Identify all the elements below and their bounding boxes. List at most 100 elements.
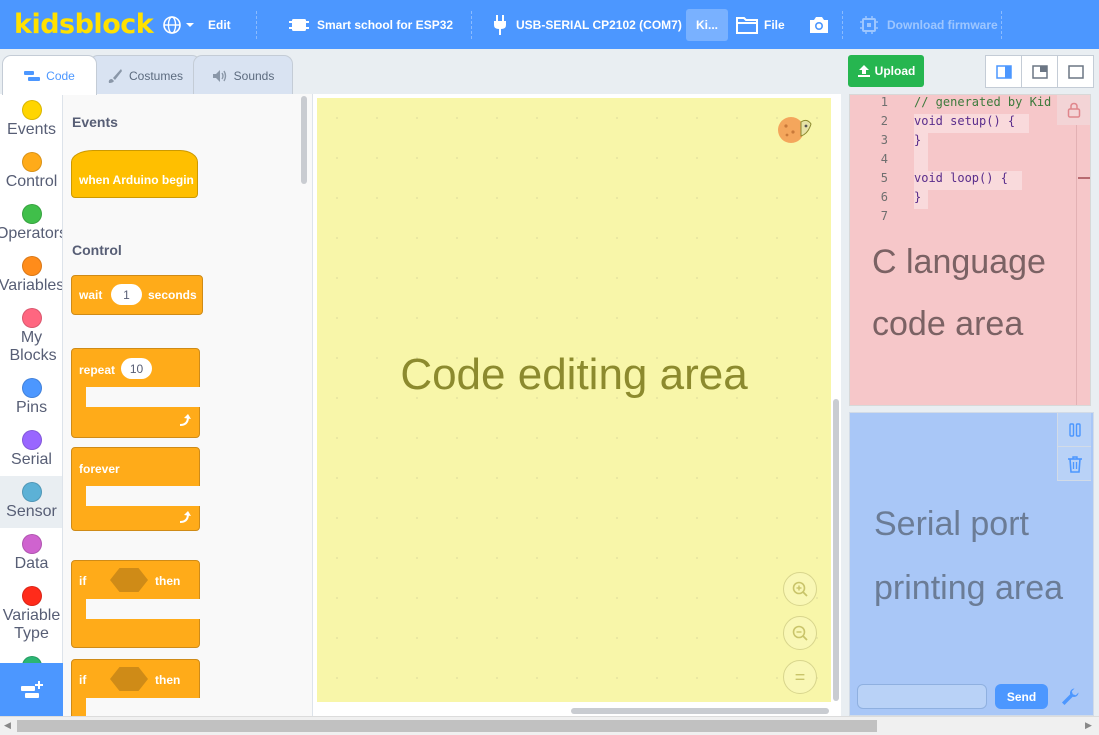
menu-divider: [1001, 10, 1003, 39]
layout-code-panel-button[interactable]: [985, 55, 1022, 88]
if-condition-slot[interactable]: [110, 568, 148, 592]
category-variables[interactable]: Variables: [0, 256, 62, 295]
download-firmware-label: Download firmware: [887, 17, 998, 32]
serial-tools: [1057, 413, 1091, 481]
code-line: 2 void setup() {: [850, 114, 1090, 133]
code-text: }: [914, 190, 922, 204]
if-condition-slot[interactable]: [110, 667, 148, 691]
kid-menu-label: Ki...: [696, 17, 719, 32]
wrench-icon: [1061, 688, 1078, 705]
category-pins-label: Pins: [15, 399, 48, 416]
brush-icon: [108, 68, 122, 83]
loop-arrow-icon: [179, 414, 191, 426]
scrollbar-thumb[interactable]: [17, 720, 877, 732]
repeat-block[interactable]: repeat 10: [71, 348, 202, 438]
line-highlight: [914, 152, 928, 171]
zoom-in-button[interactable]: [783, 572, 817, 606]
wait-block[interactable]: wait 1 seconds: [71, 275, 203, 315]
if-then-block[interactable]: if then: [71, 560, 202, 648]
then-label: then: [155, 574, 181, 588]
serial-send-input[interactable]: [857, 684, 987, 709]
category-events[interactable]: Events: [0, 100, 62, 139]
forever-block[interactable]: forever: [71, 447, 202, 531]
layout-small-icon: [1031, 64, 1048, 79]
file-menu-label: File: [764, 17, 785, 32]
repeat-label: repeat: [79, 363, 116, 377]
events-heading: Events: [72, 114, 118, 130]
line-number: 5: [880, 171, 888, 185]
scroll-right-arrow-icon[interactable]: ▶: [1085, 720, 1092, 731]
serial-area-label-line2: printing area: [874, 569, 1064, 607]
clear-serial-button[interactable]: [1058, 447, 1091, 481]
if-then-block[interactable]: if then: [71, 659, 202, 716]
zoom-reset-button[interactable]: =: [783, 660, 817, 694]
edit-menu[interactable]: Edit: [208, 0, 256, 49]
when-arduino-begin-block[interactable]: when Arduino begin: [71, 150, 198, 198]
port-select[interactable]: USB-SERIAL CP2102 (COM7): [472, 0, 682, 49]
category-variable-type[interactable]: Variable Type: [0, 586, 62, 643]
data-color-dot: [21, 534, 42, 554]
language-menu[interactable]: [162, 0, 208, 49]
workspace-vertical-scrollbar[interactable]: [833, 399, 839, 701]
category-data[interactable]: Data: [0, 534, 62, 573]
c-code-panel: 1 // generated by Kid 2 void setup() { 3…: [849, 94, 1091, 406]
kid-menu-button[interactable]: Ki...: [686, 8, 729, 41]
tab-sounds[interactable]: Sounds: [193, 55, 293, 95]
palette-scrollbar[interactable]: [301, 96, 307, 184]
layout-small-stage-button[interactable]: [1021, 55, 1058, 88]
sensor-color-dot: [21, 482, 42, 502]
upload-button[interactable]: Upload: [848, 55, 924, 87]
device-select[interactable]: Smart school for ESP32: [257, 0, 471, 49]
firmware-chip-icon: [860, 15, 879, 34]
add-extension-icon: [20, 680, 43, 698]
code-lock-button[interactable]: [1057, 95, 1090, 125]
category-my-blocks[interactable]: My Blocks: [0, 308, 62, 365]
download-firmware-button[interactable]: Download firmware: [843, 0, 1001, 49]
loop-arrow-icon: [179, 511, 191, 523]
category-serial[interactable]: Serial: [0, 430, 62, 469]
line-number: 3: [880, 133, 888, 147]
upload-icon: [857, 65, 870, 77]
block-palette: Events when Arduino begin Control wait 1…: [63, 94, 313, 716]
layout-full-button[interactable]: [1057, 55, 1094, 88]
my-blocks-color-dot: [21, 308, 42, 328]
workspace-horizontal-scrollbar[interactable]: [571, 708, 829, 714]
wait-seconds-input[interactable]: 1: [111, 284, 142, 305]
app-logo[interactable]: kidsblock: [0, 9, 162, 40]
serial-send-button[interactable]: Send: [995, 684, 1048, 709]
tab-code-label: Code: [46, 68, 75, 83]
serial-settings-button[interactable]: [1057, 684, 1082, 709]
category-pins[interactable]: Pins: [0, 378, 62, 417]
code-scroll-track[interactable]: [1076, 125, 1077, 405]
repeat-count-input[interactable]: 10: [121, 358, 152, 379]
upload-button-label: Upload: [874, 64, 916, 78]
layout-split-icon: [995, 64, 1012, 79]
line-number: 2: [880, 114, 888, 128]
tab-code[interactable]: Code: [2, 55, 97, 95]
pause-serial-button[interactable]: [1058, 413, 1091, 447]
window-horizontal-scrollbar[interactable]: ◀ ▶: [0, 716, 1099, 735]
category-menu: Events Control Operators Variables My Bl…: [0, 94, 63, 716]
line-number: 4: [880, 152, 888, 166]
screenshot-button[interactable]: [796, 0, 842, 49]
category-sensor[interactable]: Sensor: [0, 476, 62, 528]
port-select-label: USB-SERIAL CP2102 (COM7): [516, 17, 682, 32]
zoom-out-button[interactable]: [783, 616, 817, 650]
scroll-left-arrow-icon[interactable]: ◀: [4, 720, 11, 731]
code-editing-area[interactable]: Code editing area =: [317, 98, 831, 702]
add-extension-button[interactable]: [0, 663, 63, 716]
forever-label: forever: [79, 462, 120, 476]
tab-costumes[interactable]: Costumes: [89, 55, 201, 95]
edit-menu-label: Edit: [208, 17, 231, 32]
category-control[interactable]: Control: [0, 152, 62, 191]
serial-area-label-line1: Serial port: [874, 505, 1029, 543]
category-operators-label: Operators: [0, 225, 62, 242]
line-number: 6: [880, 190, 888, 204]
code-workspace[interactable]: Code editing area =: [313, 94, 841, 716]
layout-switcher: [985, 55, 1094, 88]
category-data-label: Data: [14, 555, 49, 572]
wait-label: wait: [79, 288, 103, 302]
category-operators[interactable]: Operators: [0, 204, 62, 243]
file-menu[interactable]: File: [732, 0, 796, 49]
when-arduino-begin-label: when Arduino begin: [79, 173, 194, 187]
